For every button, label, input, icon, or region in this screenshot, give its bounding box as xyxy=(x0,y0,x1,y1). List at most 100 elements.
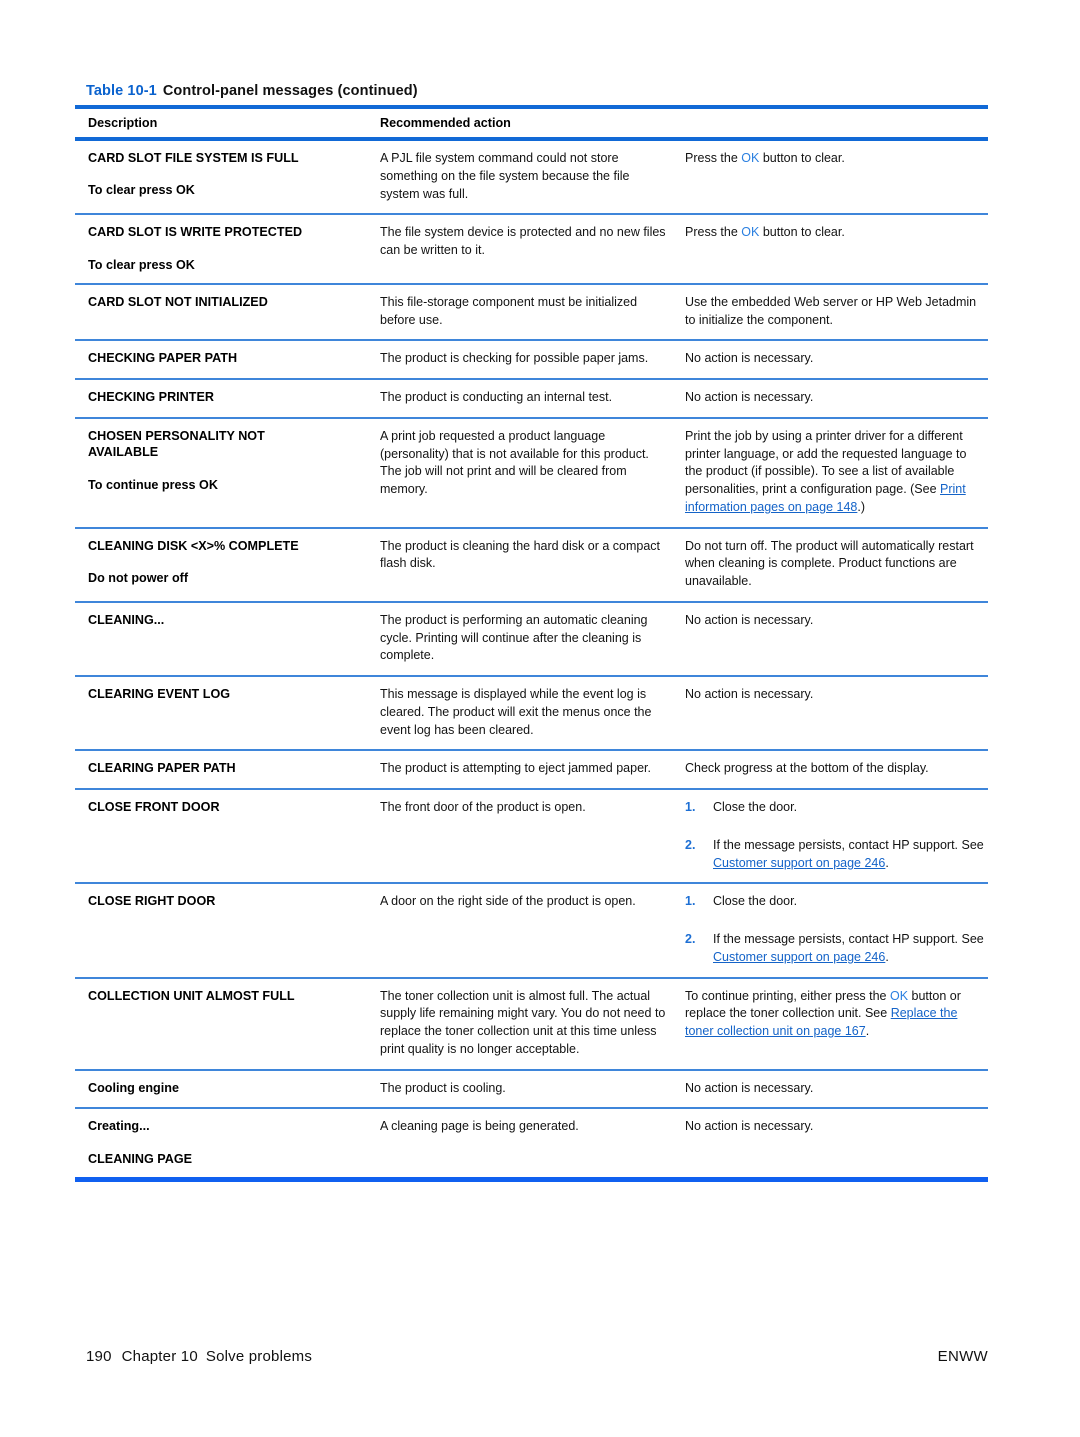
control-panel-messages-table: Description Recommended action CARD SLOT… xyxy=(75,105,988,1183)
table-row: Creating... CLEANING PAGE A cleaning pag… xyxy=(75,1109,988,1177)
row-action-cell: Check progress at the bottom of the disp… xyxy=(685,761,929,776)
row-action-cell: No action is necessary. xyxy=(685,687,814,702)
row-term-cell: CHECKING PRINTER xyxy=(88,390,214,405)
row-term-cell: CHECKING PAPER PATH xyxy=(88,351,238,366)
list-item-number: 2. xyxy=(685,837,696,852)
ordered-steps-list: 1. Close the door. 2. If the message per… xyxy=(685,799,984,872)
table-row: CHECKING PRINTER The product is conducti… xyxy=(75,380,988,417)
action-post: button to clear. xyxy=(759,225,845,240)
row-term-cell: CLEANING... xyxy=(88,612,165,627)
table-row: CARD SLOT FILE SYSTEM IS FULL To clear p… xyxy=(75,141,988,213)
page-footer: 190 Chapter 10 Solve problems ENWW xyxy=(86,1348,988,1365)
table-row: CLEARING PAPER PATH The product is attem… xyxy=(75,751,988,788)
footer-chapter-title: Solve problems xyxy=(205,1348,313,1365)
table-caption-label: Table 10-1 xyxy=(86,83,157,99)
row-term-cell: Cooling engine xyxy=(88,1080,179,1095)
row-action-cell: No action is necessary. xyxy=(685,351,814,366)
step-post: . xyxy=(885,949,889,964)
row-description-cell: The product is cooling. xyxy=(380,1080,506,1095)
action-pre: Print the job by using a printer driver … xyxy=(685,428,967,497)
list-item-number: 2. xyxy=(685,932,696,947)
table-row: COLLECTION UNIT ALMOST FULL The toner co… xyxy=(75,979,988,1069)
row-term-cell: COLLECTION UNIT ALMOST FULL xyxy=(88,988,295,1003)
row-action-cell: To continue printing, either press the O… xyxy=(685,988,988,1059)
ordered-steps-list: 1. Close the door. 2. If the message per… xyxy=(685,893,984,966)
step-pre: If the message persists, contact HP supp… xyxy=(713,932,984,947)
footer-chapter: Chapter 10 xyxy=(121,1348,198,1365)
table-row: CLEANING DISK <X>% COMPLETE Do not power… xyxy=(75,529,988,601)
row-term-cell: CLOSE FRONT DOOR xyxy=(88,800,220,815)
list-item-text: Close the door. xyxy=(713,894,798,909)
table-caption: Table 10-1 Control-panel messages (contin… xyxy=(86,83,418,99)
row-term-cell: CARD SLOT FILE SYSTEM IS FULL To clear p… xyxy=(88,151,299,198)
table-header-row: Description Recommended action xyxy=(75,109,988,137)
step-pre: If the message persists, contact HP supp… xyxy=(713,837,984,852)
ok-button-reference: OK xyxy=(741,151,760,165)
row-description-cell: The product is cleaning the hard disk or… xyxy=(380,538,661,571)
action-post: .) xyxy=(857,499,865,514)
row-description-cell: The product is checking for possible pap… xyxy=(380,351,649,366)
row-description-cell: The toner collection unit is almost full… xyxy=(380,988,666,1056)
header-cell-description: Description xyxy=(88,116,158,130)
row-description-cell: The product is attempting to eject jamme… xyxy=(380,761,651,776)
list-item-number: 1. xyxy=(685,894,696,909)
row-action-cell: No action is necessary. xyxy=(685,612,814,627)
row-description-cell: A door on the right side of the product … xyxy=(380,894,636,909)
row-action-cell: Print the job by using a printer driver … xyxy=(685,428,988,517)
row-description-cell: A PJL file system command could not stor… xyxy=(380,151,630,201)
ok-button-reference: OK xyxy=(741,225,760,240)
list-item: 1. Close the door. xyxy=(685,893,984,911)
row-action-cell: 1. Close the door. 2. If the message per… xyxy=(685,893,988,966)
header-cell-spacer xyxy=(685,116,988,130)
table-row: Cooling engine The product is cooling. N… xyxy=(75,1071,988,1108)
row-action-cell: Press the OK button to clear. xyxy=(685,150,988,203)
row-term-cell: CLEANING DISK <X>% COMPLETE Do not power… xyxy=(88,538,299,586)
row-description-cell: The file system device is protected and … xyxy=(380,225,666,257)
footer-left: 190 Chapter 10 Solve problems xyxy=(86,1348,312,1365)
list-item: 2. If the message persists, contact HP s… xyxy=(685,931,984,967)
action-pre: Press the xyxy=(685,225,742,240)
table-bottom-rule xyxy=(75,1177,988,1183)
row-term-cell: CHOSEN PERSONALITY NOT AVAILABLE To cont… xyxy=(88,428,265,492)
table-row: CLOSE RIGHT DOOR A door on the right sid… xyxy=(75,884,988,976)
row-description-cell: A cleaning page is being generated. xyxy=(380,1119,579,1134)
action-post: . xyxy=(865,1024,870,1039)
table-row: CLEANING... The product is performing an… xyxy=(75,603,988,675)
row-term-cell: CARD SLOT NOT INITIALIZED xyxy=(88,294,268,309)
step-post: . xyxy=(885,855,889,870)
row-description-cell: This file-storage component must be init… xyxy=(380,294,638,327)
list-item-text: If the message persists, contact HP supp… xyxy=(713,931,984,967)
row-description-cell: A print job requested a product language… xyxy=(380,428,649,497)
row-action-cell: Press the OK button to clear. xyxy=(685,224,988,273)
table-row: CHECKING PAPER PATH The product is check… xyxy=(75,341,988,378)
row-term-cell: Creating... CLEANING PAGE xyxy=(88,1119,193,1166)
list-item: 1. Close the door. xyxy=(685,799,984,817)
list-item-text: If the message persists, contact HP supp… xyxy=(713,837,984,873)
row-description-cell: The product is conducting an internal te… xyxy=(380,390,613,405)
row-action-cell: Use the embedded Web server or HP Web Je… xyxy=(685,294,977,327)
row-description-cell: The product is performing an automatic c… xyxy=(380,612,648,663)
footer-locale: ENWW xyxy=(937,1348,988,1365)
action-pre: Press the xyxy=(685,151,742,165)
row-term-cell: CLOSE RIGHT DOOR xyxy=(88,894,216,909)
list-item: 2. If the message persists, contact HP s… xyxy=(685,837,984,873)
table-row: CHOSEN PERSONALITY NOT AVAILABLE To cont… xyxy=(75,419,988,527)
row-action-cell: 1. Close the door. 2. If the message per… xyxy=(685,799,988,872)
ok-button-reference: OK xyxy=(889,988,909,1003)
row-action-cell: No action is necessary. xyxy=(685,1080,814,1095)
table-row: CARD SLOT IS WRITE PROTECTED To clear pr… xyxy=(75,215,988,283)
action-pre: To continue printing, either press the xyxy=(685,988,890,1003)
row-term-cell: CLEARING EVENT LOG xyxy=(88,687,231,702)
table-row: CLEARING EVENT LOG This message is displ… xyxy=(75,677,988,749)
cross-reference-link[interactable]: Customer support on page 246 xyxy=(713,856,885,870)
table-row: CARD SLOT NOT INITIALIZED This file-stor… xyxy=(75,285,988,340)
row-term-cell: CLEARING PAPER PATH xyxy=(88,761,236,776)
row-description-cell: The front door of the product is open. xyxy=(380,800,586,815)
table-row: CLOSE FRONT DOOR The front door of the p… xyxy=(75,790,988,882)
action-post: button to clear. xyxy=(759,151,845,165)
list-item-number: 1. xyxy=(685,800,696,815)
cross-reference-link[interactable]: Customer support on page 246 xyxy=(713,950,885,964)
table-caption-title: Control-panel messages (continued) xyxy=(162,83,418,99)
document-page: Table 10-1 Control-panel messages (contin… xyxy=(0,0,1080,1437)
page-number: 190 xyxy=(86,1348,112,1365)
